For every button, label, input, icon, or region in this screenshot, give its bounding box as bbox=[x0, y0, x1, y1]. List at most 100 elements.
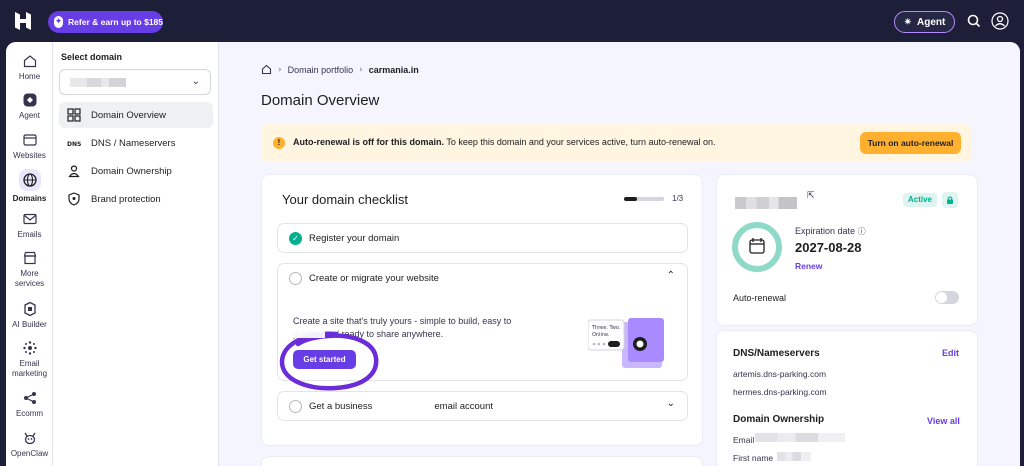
check-circle-icon: ✓ bbox=[289, 232, 302, 245]
main-content: › Domain portfolio › carmania.in Domain … bbox=[219, 42, 1020, 466]
rail-item-ai-builder[interactable]: AI Builder bbox=[6, 301, 53, 330]
auto-renewal-alert: ! Auto-renewal is off for this domain. T… bbox=[261, 124, 971, 162]
rail-label: Domains bbox=[12, 194, 47, 203]
agent-label: Agent bbox=[917, 16, 946, 28]
step-label-start: Get a business bbox=[309, 401, 373, 412]
sparkle-icon: ✷ bbox=[903, 16, 913, 28]
home-icon bbox=[23, 55, 36, 68]
svg-text:Three. Two.: Three. Two. bbox=[591, 325, 621, 331]
expiration-label: Expiration date ⓘ bbox=[795, 226, 866, 236]
next-card bbox=[261, 456, 703, 466]
alert-text: To keep this domain and your services ac… bbox=[444, 137, 716, 147]
websites-icon bbox=[22, 134, 37, 146]
step-label-end: email account bbox=[434, 401, 493, 412]
breadcrumb: › Domain portfolio › carmania.in bbox=[261, 64, 419, 75]
ecomm-icon bbox=[23, 392, 36, 404]
rail-item-domains[interactable]: Domains bbox=[6, 169, 53, 204]
refer-earn-button[interactable]: ✦ Refer & earn up to $185 bbox=[48, 11, 163, 33]
mail-icon bbox=[22, 213, 37, 225]
chevron-down-icon: ⌄ bbox=[191, 76, 200, 87]
agent-icon bbox=[23, 93, 36, 107]
sidebar-item-label: Brand protection bbox=[91, 193, 161, 205]
rail-label: Ecomm bbox=[15, 409, 44, 418]
sidebar-item-label: DNS / Nameservers bbox=[91, 137, 176, 149]
rail-item-ecomm[interactable]: Ecomm bbox=[6, 390, 53, 419]
owner-email-label: Email bbox=[733, 435, 755, 445]
dns-icon: DNS bbox=[67, 141, 81, 148]
rail-label: Emails bbox=[17, 230, 42, 239]
rail-label: More services bbox=[14, 269, 45, 288]
status-badge: Active bbox=[903, 193, 937, 207]
globe-icon bbox=[18, 169, 41, 191]
domain-checklist-card: Your domain checklist 1/3 ✓ Register you… bbox=[261, 174, 703, 446]
chevron-up-icon[interactable]: ⌃ bbox=[667, 270, 675, 281]
ownership-view-all-link[interactable]: View all bbox=[927, 416, 960, 426]
step-label[interactable]: Create or migrate your website bbox=[309, 273, 439, 284]
chevron-down-icon[interactable]: ⌄ bbox=[667, 398, 675, 409]
rail-item-emails[interactable]: Emails bbox=[6, 211, 53, 240]
renew-link[interactable]: Renew bbox=[795, 261, 822, 271]
rail-item-home[interactable]: Home bbox=[6, 53, 53, 82]
page-title: Domain Overview bbox=[261, 92, 380, 109]
checklist-progress-text: 1/3 bbox=[672, 194, 684, 203]
info-icon[interactable]: ⓘ bbox=[858, 227, 866, 236]
agent-button[interactable]: ✷ Agent bbox=[894, 11, 955, 33]
progress-fill bbox=[624, 197, 638, 201]
empty-circle-icon bbox=[289, 400, 302, 413]
rail-item-agent[interactable]: Agent bbox=[6, 92, 53, 121]
domain-sidebar: Select domain ⌄ Domain Overview DNS DNS … bbox=[53, 42, 219, 466]
auto-renewal-toggle[interactable] bbox=[935, 291, 959, 304]
website-illustration-icon: Three. Two. Online. bbox=[588, 318, 664, 368]
dns-edit-link[interactable]: Edit bbox=[942, 348, 959, 358]
svg-text:DNS: DNS bbox=[67, 141, 81, 148]
lock-icon bbox=[942, 192, 958, 208]
rail-label: Home bbox=[18, 72, 41, 81]
email-marketing-icon bbox=[22, 341, 37, 355]
search-icon[interactable] bbox=[965, 12, 983, 30]
ai-builder-icon bbox=[23, 301, 36, 317]
breadcrumb-domain-portfolio[interactable]: Domain portfolio bbox=[288, 65, 354, 75]
sidebar-item-brand-protection[interactable]: Brand protection bbox=[59, 186, 213, 212]
get-started-button[interactable]: Get started bbox=[293, 350, 356, 369]
openclaw-icon bbox=[23, 432, 36, 445]
step-register-domain[interactable]: ✓ Register your domain bbox=[277, 223, 688, 253]
grid-icon bbox=[67, 108, 81, 122]
home-icon[interactable] bbox=[261, 64, 272, 75]
external-link-icon[interactable]: ⇱ bbox=[807, 191, 815, 201]
turn-on-auto-renewal-button[interactable]: Turn on auto-renewal bbox=[860, 132, 961, 154]
sidebar-item-domain-overview[interactable]: Domain Overview bbox=[59, 102, 213, 128]
rail-item-websites[interactable]: Websites bbox=[6, 132, 53, 161]
redacted-domain-name bbox=[735, 197, 797, 209]
empty-circle-icon bbox=[289, 272, 302, 285]
refer-earn-label: Refer & earn up to $185 bbox=[68, 17, 163, 27]
person-icon bbox=[68, 165, 80, 178]
domain-select[interactable]: ⌄ bbox=[59, 69, 211, 95]
step-label: Get a business email account bbox=[309, 401, 493, 412]
step-business-email[interactable]: Get a business email account ⌄ bbox=[277, 391, 688, 421]
sidebar-item-dns-nameservers[interactable]: DNS DNS / Nameservers bbox=[59, 130, 213, 156]
checklist-title: Your domain checklist bbox=[282, 192, 408, 207]
domain-status-card: ⇱ Active Expiration date ⓘ 2027-08-28 Re… bbox=[716, 174, 978, 326]
expiration-ring bbox=[732, 222, 782, 272]
rail-label: Agent bbox=[19, 111, 40, 120]
rail-item-email-marketing[interactable]: Email marketing bbox=[6, 340, 53, 379]
dns-title: DNS/Nameservers bbox=[733, 348, 820, 359]
dns-ownership-card: DNS/Nameservers Edit artemis.dns-parking… bbox=[716, 330, 978, 466]
main-nav-rail: Home Agent Websites Domains Emails More … bbox=[6, 42, 53, 466]
alert-message: Auto-renewal is off for this domain. To … bbox=[293, 137, 716, 147]
step-create-website: Create or migrate your website ⌃ Create … bbox=[277, 263, 688, 391]
sidebar-item-label: Domain Overview bbox=[91, 109, 166, 121]
gift-icon: ✦ bbox=[54, 16, 64, 28]
redaction-patch bbox=[289, 327, 325, 338]
store-icon bbox=[23, 251, 36, 265]
sidebar-item-label: Domain Ownership bbox=[91, 165, 172, 177]
alert-bold-text: Auto-renewal is off for this domain. bbox=[293, 137, 445, 147]
rail-item-more-services[interactable]: More services bbox=[6, 250, 53, 289]
sidebar-item-domain-ownership[interactable]: Domain Ownership bbox=[59, 158, 213, 184]
account-icon[interactable] bbox=[991, 12, 1009, 30]
rail-label: Websites bbox=[13, 151, 46, 160]
redacted-domain bbox=[70, 78, 126, 87]
rail-item-openclaw[interactable]: OpenClaw bbox=[6, 430, 53, 459]
expiration-date: 2027-08-28 bbox=[795, 240, 862, 255]
hostinger-logo-icon[interactable] bbox=[12, 10, 34, 32]
